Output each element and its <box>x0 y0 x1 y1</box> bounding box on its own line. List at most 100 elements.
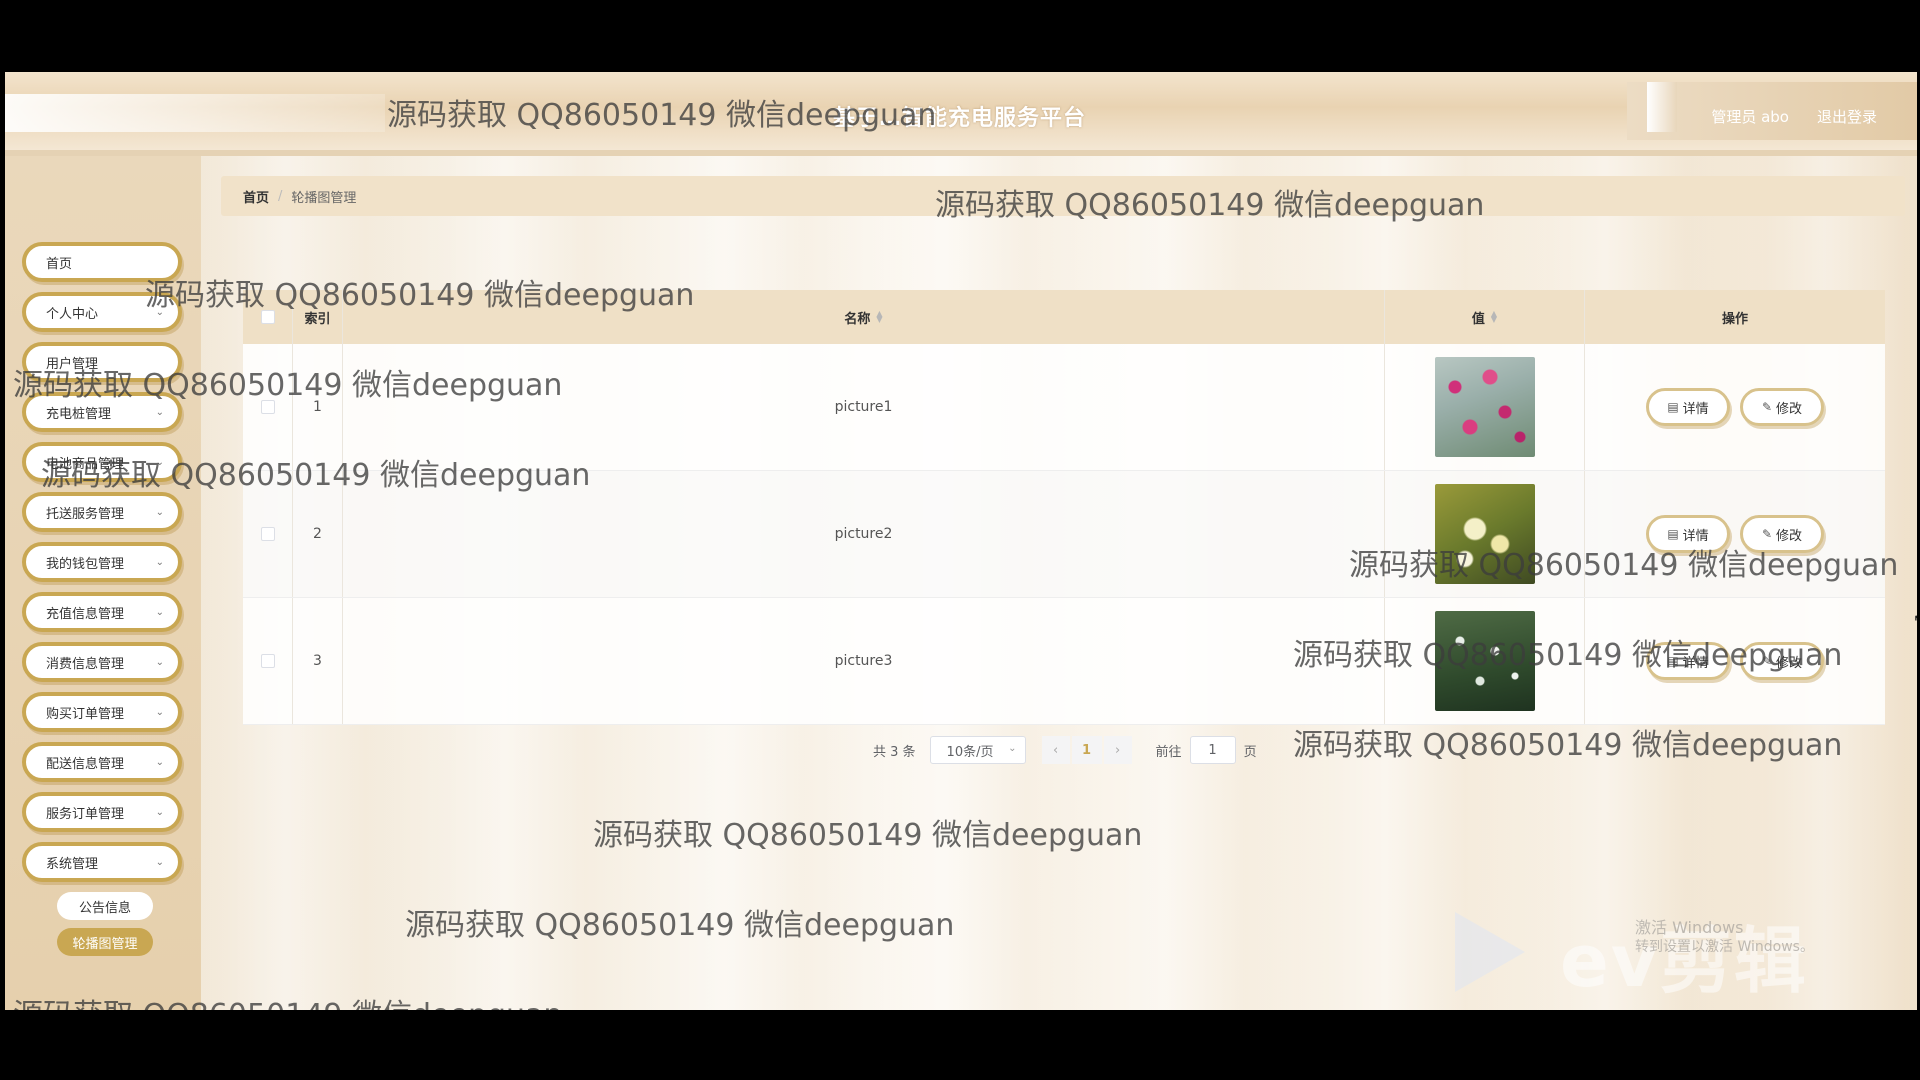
sidebar-item-label: 充电桩管理 <box>46 406 112 422</box>
sidebar-item-label: 用户管理 <box>46 356 99 372</box>
header-decoration-slab <box>1647 82 1677 132</box>
sidebar-subitem-carousel[interactable]: 轮播图管理 <box>57 928 153 956</box>
row-name: picture2 <box>343 471 1385 597</box>
pagination: 共 3 条 10条/页⌄ ‹ 1 › 前往 页 <box>873 736 1257 764</box>
sidebar-item-system[interactable]: 系统管理 ⌄ <box>22 842 182 882</box>
carousel-image-thumbnail[interactable] <box>1434 611 1535 711</box>
row-checkbox[interactable] <box>260 527 275 541</box>
table-row: 2 picture2 ▤ 详情 ✎ 修改 <box>243 471 1885 598</box>
sidebar: 首页 个人中心 ⌄ 用户管理 充电桩管理 ⌄ 电池商品管理 ⌄ 托送服务管理 ⌄ 我的钱… <box>5 156 201 1010</box>
chevron-down-icon: ⌄ <box>155 457 164 468</box>
document-icon: ▤ <box>1667 400 1679 414</box>
breadcrumb: 首页 / 轮播图管理 <box>221 176 1905 216</box>
sidebar-item-label: 个人中心 <box>46 306 99 322</box>
chevron-down-icon: ⌄ <box>155 807 164 818</box>
sidebar-item-charging-pile[interactable]: 充电桩管理 ⌄ <box>22 392 182 432</box>
chevron-right-icon: › <box>1114 742 1121 758</box>
header-checkbox-cell <box>243 290 293 344</box>
row-index: 2 <box>293 471 343 597</box>
pencil-icon: ✎ <box>1761 400 1773 414</box>
sidebar-item-label: 购买订单管理 <box>46 706 125 722</box>
sidebar-item-home[interactable]: 首页 <box>22 242 182 282</box>
sidebar-item-consumption[interactable]: 消费信息管理 ⌄ <box>22 642 182 682</box>
row-index: 1 <box>293 344 343 470</box>
header-name[interactable]: 名称 ▲ ▼ <box>343 290 1385 344</box>
sidebar-item-service-orders[interactable]: 服务订单管理 ⌄ <box>22 792 182 832</box>
carousel-image-thumbnail[interactable] <box>1434 484 1535 584</box>
logout-link[interactable]: 退出登录 <box>1817 106 1877 127</box>
document-icon: ▤ <box>1667 527 1679 541</box>
detail-button[interactable]: ▤ 详情 <box>1646 642 1730 680</box>
detail-button[interactable]: ▤ 详情 <box>1646 515 1730 553</box>
row-checkbox[interactable] <box>260 654 275 668</box>
chevron-down-icon: ⌄ <box>155 407 164 418</box>
sidebar-item-wallet[interactable]: 我的钱包管理 ⌄ <box>22 542 182 582</box>
sidebar-item-dispatch-info[interactable]: 配送信息管理 ⌄ <box>22 742 182 782</box>
page-number[interactable]: 1 <box>1071 736 1102 764</box>
chevron-down-icon: ⌄ <box>155 507 164 518</box>
sidebar-item-label: 服务订单管理 <box>46 806 125 822</box>
row-checkbox-cell <box>243 471 293 597</box>
sidebar-item-label: 托送服务管理 <box>46 506 125 522</box>
top-header: 基于…智能充电服务平台 管理员 abo 退出登录 <box>5 72 1917 156</box>
sidebar-subitem-notice[interactable]: 公告信息 <box>57 892 153 920</box>
row-checkbox[interactable] <box>260 400 275 414</box>
chevron-down-icon: ⌄ <box>155 707 164 718</box>
select-all-checkbox[interactable] <box>260 310 275 324</box>
app-window: 基于…智能充电服务平台 管理员 abo 退出登录 首页 个人中心 ⌄ 用户管理 充… <box>5 72 1917 1010</box>
jump-page-input[interactable] <box>1189 736 1236 764</box>
row-checkbox-cell <box>243 598 293 724</box>
chevron-down-icon: ⌄ <box>155 607 164 618</box>
breadcrumb-current: 轮播图管理 <box>291 190 357 206</box>
chevron-down-icon: ⌄ <box>155 557 164 568</box>
admin-label: 管理员 abo <box>1711 108 1789 126</box>
next-page-button[interactable]: › <box>1103 736 1132 764</box>
edit-button[interactable]: ✎ 修改 <box>1740 642 1824 680</box>
document-icon: ▤ <box>1667 654 1679 668</box>
table-header: 索引 名称 ▲ ▼ 值 ▲ ▼ 操作 <box>243 290 1885 344</box>
chevron-down-icon: ⌄ <box>155 657 164 668</box>
play-icon <box>1455 912 1525 992</box>
prev-page-button[interactable]: ‹ <box>1041 736 1070 764</box>
sidebar-item-recharge[interactable]: 充值信息管理 ⌄ <box>22 592 182 632</box>
sidebar-item-label: 系统管理 <box>46 856 99 872</box>
carousel-image-thumbnail[interactable] <box>1434 357 1535 457</box>
header-value[interactable]: 值 ▲ ▼ <box>1385 290 1585 344</box>
pagination-total: 共 3 条 <box>873 744 916 760</box>
chevron-down-icon: ⌄ <box>155 757 164 768</box>
row-actions: ▤ 详情 ✎ 修改 <box>1585 598 1885 724</box>
sidebar-item-personal-center[interactable]: 个人中心 ⌄ <box>22 292 182 332</box>
row-index: 3 <box>293 598 343 724</box>
edit-button[interactable]: ✎ 修改 <box>1740 388 1824 426</box>
sidebar-item-label: 充值信息管理 <box>46 606 125 622</box>
watermark: 源码获取 QQ86050149 微信deepguan <box>1293 728 1843 763</box>
breadcrumb-home[interactable]: 首页 <box>243 187 269 206</box>
sidebar-item-label: 配送信息管理 <box>46 756 125 772</box>
sidebar-item-purchase-orders[interactable]: 购买订单管理 ⌄ <box>22 692 182 732</box>
watermark: 源码获取 QQ86050149 微信deepguan <box>593 818 1143 853</box>
pencil-icon: ✎ <box>1761 654 1773 668</box>
sort-icon[interactable]: ▲ ▼ <box>1491 310 1497 324</box>
edit-button[interactable]: ✎ 修改 <box>1740 515 1824 553</box>
row-actions: ▤ 详情 ✎ 修改 <box>1585 344 1885 470</box>
sidebar-item-user-management[interactable]: 用户管理 <box>22 342 182 382</box>
sidebar-item-label: 电池商品管理 <box>46 456 125 472</box>
sidebar-item-label: 我的钱包管理 <box>46 556 125 572</box>
row-name: picture1 <box>343 344 1385 470</box>
row-checkbox-cell <box>243 344 293 470</box>
page-size-select[interactable]: 10条/页 ⌄ <box>929 736 1026 764</box>
sidebar-item-battery-goods[interactable]: 电池商品管理 ⌄ <box>22 442 182 482</box>
chevron-down-icon: ⌄ <box>1008 743 1017 754</box>
carousel-table: 索引 名称 ▲ ▼ 值 ▲ ▼ 操作 1 picture1 ▤ 详情 ✎ 修改 2 pict… <box>243 290 1885 725</box>
sidebar-item-label: 消费信息管理 <box>46 656 125 672</box>
row-name: picture3 <box>343 598 1385 724</box>
sidebar-item-delivery-service[interactable]: 托送服务管理 ⌄ <box>22 492 182 532</box>
sidebar-item-label: 首页 <box>46 256 73 272</box>
header-decoration <box>5 94 385 132</box>
header-index: 索引 <box>293 290 343 344</box>
breadcrumb-separator: / <box>278 188 283 204</box>
detail-button[interactable]: ▤ 详情 <box>1646 388 1730 426</box>
chevron-down-icon: ⌄ <box>155 857 164 868</box>
pencil-icon: ✎ <box>1761 527 1773 541</box>
sort-icon[interactable]: ▲ ▼ <box>876 310 882 324</box>
